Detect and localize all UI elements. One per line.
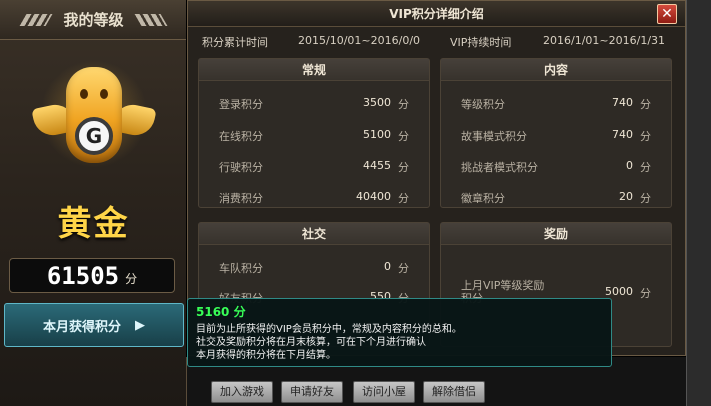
dialog-info: 积分累计时间 2015/10/01~2016/0/0 VIP持续时间 2016/… bbox=[188, 29, 685, 51]
tooltip-line-2: 社交及奖励积分将在月末核算，可在下个月进行确认 bbox=[196, 337, 426, 348]
content-row-challenger: 挑战者模式积分 0 分 bbox=[441, 156, 671, 176]
close-button[interactable]: ✕ bbox=[657, 4, 677, 24]
rank-panel: 我的等级 G 黄金 61505 分 本月获得积分 ▶ bbox=[0, 0, 187, 406]
score-box: 61505 分 bbox=[9, 258, 175, 293]
row-unit: 分 bbox=[640, 287, 651, 300]
row-value: 0 bbox=[384, 260, 391, 273]
wing-decoration-right-icon bbox=[134, 13, 167, 26]
accum-time-range: 2015/10/01~2016/0/0 bbox=[298, 34, 421, 47]
row-unit: 分 bbox=[398, 262, 409, 275]
g-coin-icon: G bbox=[75, 117, 113, 155]
points-tooltip: 5160 分 目前为止所获得的VIP会员积分中，常规及内容积分的总和。 社交及奖… bbox=[187, 298, 612, 367]
wing-decoration-left-icon bbox=[20, 13, 53, 26]
duration-label: VIP持续时间 bbox=[450, 36, 512, 49]
play-arrow-icon: ▶ bbox=[135, 317, 145, 333]
row-label: 车队积分 bbox=[219, 262, 263, 275]
action-bar: 加入游戏 申请好友 访问小屋 解除借侣 bbox=[187, 376, 686, 406]
row-unit: 分 bbox=[398, 130, 409, 143]
row-unit: 分 bbox=[640, 98, 651, 111]
add-friend-button[interactable]: 申请好友 bbox=[281, 381, 343, 403]
monthly-points-button[interactable]: 本月获得积分 ▶ bbox=[4, 303, 184, 347]
rank-name: 黄金 bbox=[57, 204, 130, 244]
tooltip-line-1: 目前为止所获得的VIP会员积分中，常规及内容积分的总和。 bbox=[196, 324, 462, 335]
section-regular: 常规 登录积分 3500 分 在线积分 5100 分 行驶积分 4455 分 消… bbox=[198, 58, 430, 208]
row-value: 740 bbox=[612, 128, 633, 141]
tooltip-line-3: 本月获得的积分将在下月结算。 bbox=[196, 350, 336, 361]
social-row-team: 车队积分 0 分 bbox=[199, 257, 429, 277]
join-game-button[interactable]: 加入游戏 bbox=[211, 381, 273, 403]
row-unit: 分 bbox=[640, 192, 651, 205]
row-label: 挑战者模式积分 bbox=[461, 161, 538, 174]
dialog-title: VIP积分详细介绍 bbox=[188, 1, 685, 27]
row-value: 40400 bbox=[356, 190, 391, 203]
rank-header: 我的等级 bbox=[0, 0, 187, 40]
row-unit: 分 bbox=[398, 192, 409, 205]
accum-time-label: 积分累计时间 bbox=[202, 36, 268, 49]
row-value: 5000 bbox=[605, 285, 633, 298]
row-label: 消费积分 bbox=[219, 192, 263, 205]
row-unit: 分 bbox=[398, 161, 409, 174]
badge-eye-left bbox=[80, 89, 88, 99]
regular-row-login: 登录积分 3500 分 bbox=[199, 93, 429, 113]
visit-house-button[interactable]: 访问小屋 bbox=[353, 381, 415, 403]
remove-partner-button[interactable]: 解除借侣 bbox=[423, 381, 485, 403]
tooltip-score: 5160 分 bbox=[196, 305, 246, 319]
section-regular-title: 常规 bbox=[199, 59, 429, 81]
regular-row-online: 在线积分 5100 分 bbox=[199, 125, 429, 145]
row-value: 3500 bbox=[363, 96, 391, 109]
section-social-title: 社交 bbox=[199, 223, 429, 245]
row-unit: 分 bbox=[398, 98, 409, 111]
row-value: 0 bbox=[626, 159, 633, 172]
section-content-title: 内容 bbox=[441, 59, 671, 81]
content-row-story: 故事模式积分 740 分 bbox=[441, 125, 671, 145]
row-unit: 分 bbox=[640, 161, 651, 174]
background-window-edge bbox=[686, 0, 711, 406]
regular-row-driving: 行驶积分 4455 分 bbox=[199, 156, 429, 176]
total-score: 61505 bbox=[46, 261, 120, 290]
row-label: 故事模式积分 bbox=[461, 130, 527, 143]
gold-rank-badge-icon: G bbox=[30, 55, 158, 173]
row-label: 行驶积分 bbox=[219, 161, 263, 174]
section-reward-title: 奖励 bbox=[441, 223, 671, 245]
regular-row-spending: 消费积分 40400 分 bbox=[199, 187, 429, 207]
row-label: 在线积分 bbox=[219, 130, 263, 143]
section-content: 内容 等级积分 740 分 故事模式积分 740 分 挑战者模式积分 0 分 徽… bbox=[440, 58, 672, 208]
content-row-level: 等级积分 740 分 bbox=[441, 93, 671, 113]
duration-range: 2016/1/01~2016/1/31 bbox=[543, 34, 666, 47]
badge-body: G bbox=[66, 67, 122, 163]
row-unit: 分 bbox=[640, 130, 651, 143]
row-label: 徽章积分 bbox=[461, 192, 505, 205]
row-value: 5100 bbox=[363, 128, 391, 141]
row-label: 登录积分 bbox=[219, 98, 263, 111]
score-unit: 分 bbox=[125, 272, 138, 286]
monthly-points-label: 本月获得积分 bbox=[42, 319, 121, 335]
rank-title: 我的等级 bbox=[63, 11, 124, 29]
row-value: 740 bbox=[612, 96, 633, 109]
row-label: 等级积分 bbox=[461, 98, 505, 111]
content-row-badge: 徽章积分 20 分 bbox=[441, 187, 671, 207]
row-value: 20 bbox=[619, 190, 633, 203]
row-value: 4455 bbox=[363, 159, 391, 172]
badge-eye-right bbox=[100, 89, 108, 99]
